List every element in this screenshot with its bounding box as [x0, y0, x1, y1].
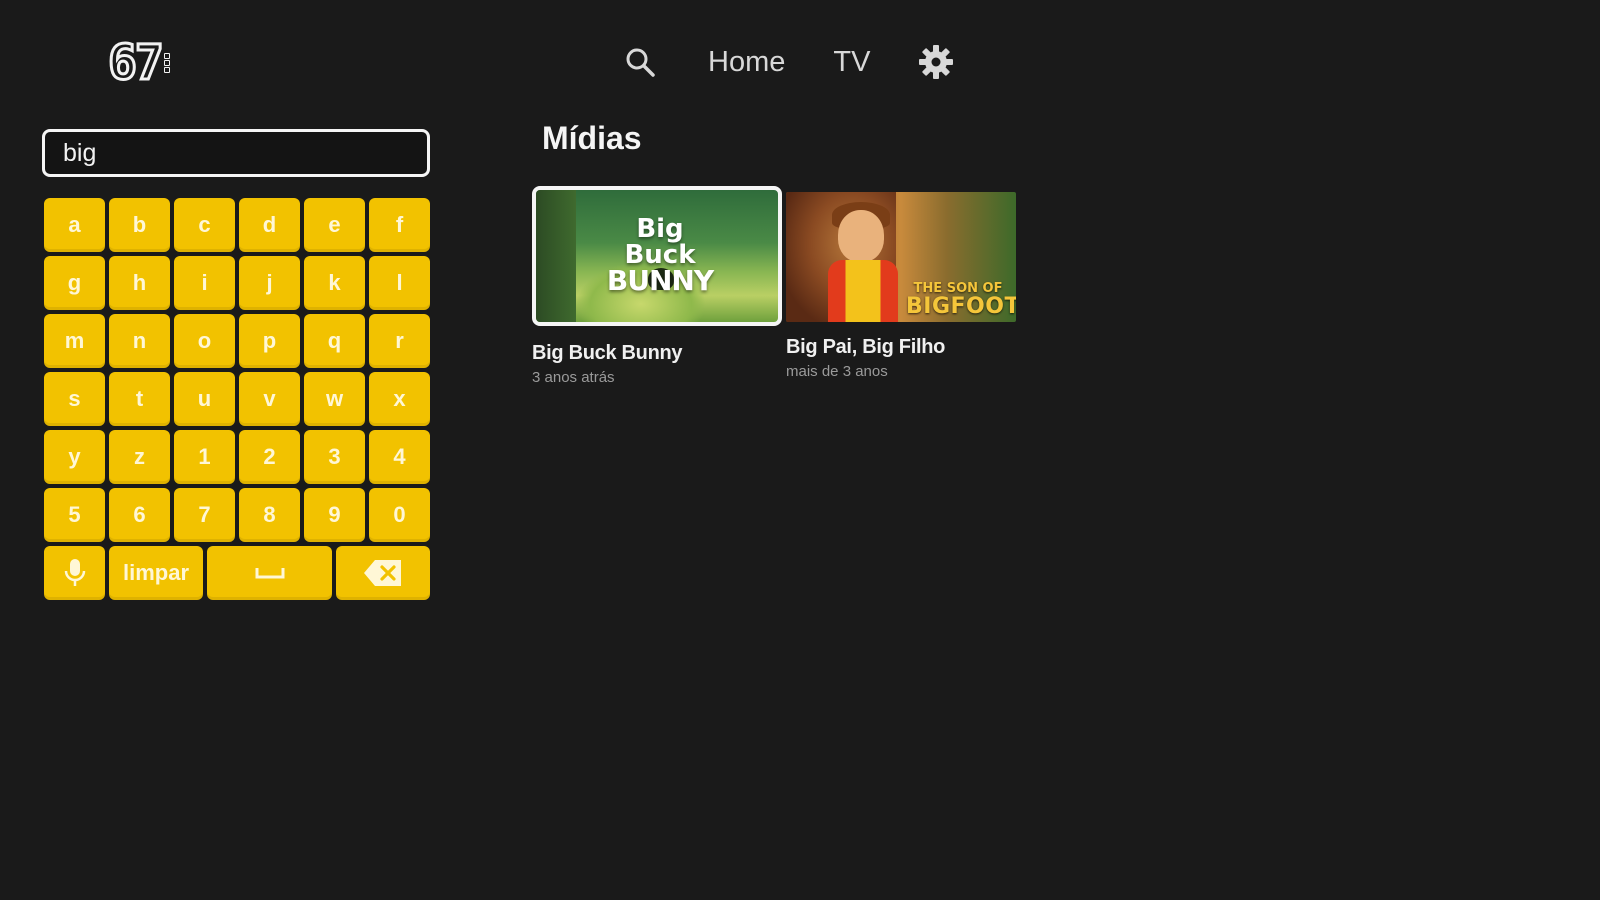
keyboard-key[interactable]: l [369, 256, 430, 310]
search-screen: 67 Home TV big a b c d e f g h i j k l m… [0, 0, 1600, 900]
keyboard-key[interactable]: u [174, 372, 235, 426]
keyboard-key[interactable]: 6 [109, 488, 170, 542]
keyboard-key[interactable]: x [369, 372, 430, 426]
keyboard-key[interactable]: 4 [369, 430, 430, 484]
keyboard-key[interactable]: h [109, 256, 170, 310]
keyboard-key[interactable]: t [109, 372, 170, 426]
card-subtitle: mais de 3 anos [786, 363, 888, 380]
keyboard-key[interactable]: 2 [239, 430, 300, 484]
keyboard-key[interactable]: d [239, 198, 300, 252]
clear-button[interactable]: limpar [109, 546, 203, 600]
keyboard-key[interactable]: c [174, 198, 235, 252]
nav-item-tv[interactable]: TV [833, 46, 870, 79]
on-screen-keyboard: abcdefghijklmnopqrstuvwxyz1234567890 lim… [44, 198, 432, 600]
keyboard-key[interactable]: b [109, 198, 170, 252]
logo-text: 67 [107, 35, 166, 91]
keyboard-row: mnopqr [44, 314, 432, 368]
search-icon[interactable] [620, 42, 660, 82]
keyboard-key[interactable]: 1 [174, 430, 235, 484]
section-title: Mídias [542, 120, 642, 156]
keyboard-key[interactable]: j [239, 256, 300, 310]
media-card-big-buck-bunny[interactable]: Big Buck BUNNY Big Buck Bunny 3 anos atr… [532, 186, 782, 386]
keyboard-key[interactable]: 7 [174, 488, 235, 542]
keyboard-key[interactable]: 5 [44, 488, 105, 542]
keyboard-key[interactable]: w [304, 372, 365, 426]
media-card-big-pai-big-filho[interactable]: THE SON OF BIGFOOT Big Pai, Big Filho ma… [786, 192, 1016, 380]
keyboard-key[interactable]: v [239, 372, 300, 426]
microphone-icon[interactable] [44, 546, 105, 600]
keyboard-key[interactable]: o [174, 314, 235, 368]
thumbnail: Big Buck BUNNY [532, 186, 782, 326]
keyboard-key[interactable]: s [44, 372, 105, 426]
nav-item-home[interactable]: Home [708, 46, 785, 79]
keyboard-key[interactable]: 9 [304, 488, 365, 542]
card-title: Big Pai, Big Filho [786, 336, 946, 358]
keyboard-key[interactable]: y [44, 430, 105, 484]
keyboard-key[interactable]: i [174, 256, 235, 310]
keyboard-key[interactable]: m [44, 314, 105, 368]
backspace-icon[interactable] [336, 546, 430, 600]
top-nav: Home TV [620, 40, 956, 84]
keyboard-key[interactable]: q [304, 314, 365, 368]
keyboard-key[interactable]: 3 [304, 430, 365, 484]
thumbnail: THE SON OF BIGFOOT [786, 192, 1016, 322]
app-logo: 67 [107, 35, 212, 91]
keyboard-key[interactable]: p [239, 314, 300, 368]
keyboard-row: stuvwx [44, 372, 432, 426]
keyboard-key[interactable]: f [369, 198, 430, 252]
keyboard-row: ghijkl [44, 256, 432, 310]
keyboard-key[interactable]: k [304, 256, 365, 310]
keyboard-row: 567890 [44, 488, 432, 542]
search-input-value: big [63, 138, 97, 167]
logo-side-marks [163, 53, 170, 73]
keyboard-key[interactable]: e [304, 198, 365, 252]
keyboard-key[interactable]: 0 [369, 488, 430, 542]
card-subtitle: 3 anos atrás [532, 369, 615, 386]
thumbnail-title: THE SON OF BIGFOOT [906, 281, 1016, 319]
space-bar-icon[interactable] [207, 546, 332, 600]
gear-icon[interactable] [916, 42, 956, 82]
keyboard-key[interactable]: a [44, 198, 105, 252]
card-title: Big Buck Bunny [532, 342, 683, 364]
search-input[interactable]: big [42, 129, 430, 177]
keyboard-key[interactable]: 8 [239, 488, 300, 542]
keyboard-row: yz1234 [44, 430, 432, 484]
keyboard-key[interactable]: r [369, 314, 430, 368]
keyboard-key[interactable]: n [109, 314, 170, 368]
keyboard-key[interactable]: g [44, 256, 105, 310]
keyboard-key[interactable]: z [109, 430, 170, 484]
thumbnail-title: Big Buck BUNNY [606, 214, 714, 297]
keyboard-row: abcdef [44, 198, 432, 252]
